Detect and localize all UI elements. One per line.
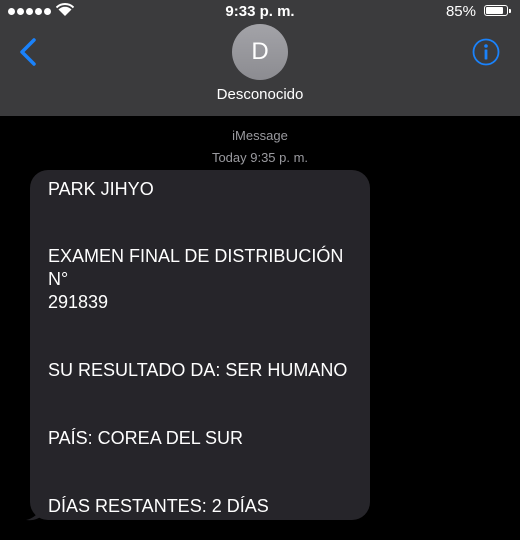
message-line: PAÍS: COREA DEL SUR (48, 428, 244, 448)
service-label: iMessage (232, 128, 288, 143)
battery-level (486, 7, 503, 14)
contact-avatar[interactable]: D (232, 24, 288, 80)
status-bar: 9:33 p. m. 85% (0, 0, 520, 24)
incoming-message-bubble[interactable]: PARK JIHYO EXAMEN FINAL DE DISTRIBUCIÓN … (30, 170, 370, 520)
contact-name[interactable]: Desconocido (0, 86, 520, 103)
battery-percent: 85% (445, 3, 476, 20)
back-chevron-icon[interactable] (14, 36, 44, 68)
message-line: PARK JIHYO (48, 179, 154, 199)
battery-icon (484, 5, 511, 16)
messages-screen: 9:33 p. m. 85% D Desconocido iMessage To… (0, 0, 520, 540)
message-timestamp: Today 9:35 p. m. (211, 150, 309, 165)
message-line: 291839 (48, 292, 109, 312)
bubble-tail (26, 500, 44, 521)
message-line: SU RESULTADO DA: SER HUMANO (48, 360, 348, 380)
status-time: 9:33 p. m. (225, 3, 295, 20)
message-line: EXAMEN FINAL DE DISTRIBUCIÓN N° (48, 246, 344, 289)
message-line: DÍAS RESTANTES: 2 DÍAS (48, 496, 269, 516)
conversation-header: 9:33 p. m. 85% D Desconocido (0, 0, 520, 116)
avatar-initial: D (251, 38, 269, 65)
info-icon[interactable] (472, 38, 500, 66)
